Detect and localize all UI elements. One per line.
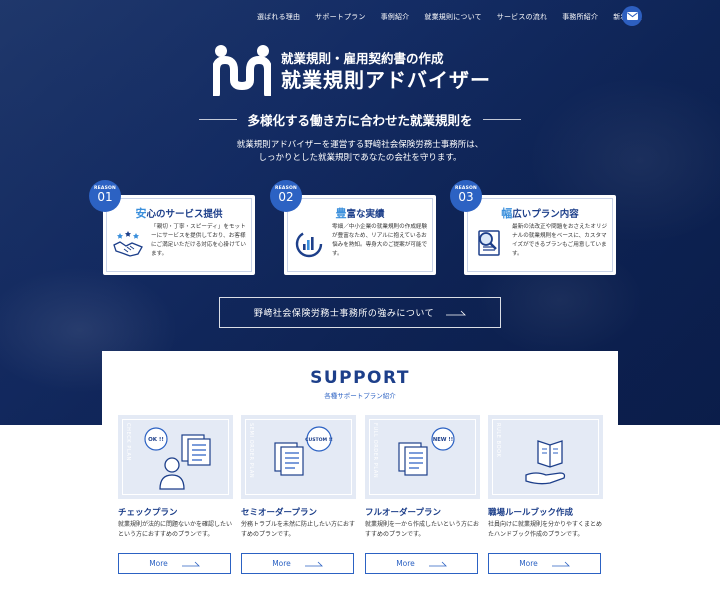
handshake-icon — [113, 231, 143, 257]
more-button-rule-book[interactable]: More — [488, 553, 601, 574]
arrow-right-icon — [446, 310, 467, 315]
plan-image-full-order: FULL ORDER PLAN NEW !! — [365, 415, 480, 499]
support-title: SUPPORT — [310, 368, 410, 388]
strength-button[interactable]: 野﨑社会保険労務士事務所の強みについて — [219, 297, 501, 328]
more-label: More — [396, 559, 415, 568]
arrow-right-icon — [181, 561, 200, 566]
nav-item-support-plan[interactable]: サポートプラン — [315, 12, 365, 22]
nav-item-flow[interactable]: サービスの流れ — [497, 12, 547, 22]
more-button-full-order[interactable]: More — [365, 553, 478, 574]
tagline-line-right — [482, 119, 521, 120]
plan-desc-semi-order: 労務トラブルを未然に防止したい方におすすめのプランです。 — [241, 521, 356, 538]
tagline: 多様化する働き方に合わせた就業規則を — [195, 110, 525, 129]
more-label: More — [149, 559, 168, 568]
reason-title-3: 幅広いプラン内容 — [501, 207, 579, 220]
envelope-icon — [626, 12, 638, 20]
reason-title-1: 安心のサービス提供 — [135, 207, 223, 220]
plan-image-rule-book: RULE BOOK — [488, 415, 603, 499]
book-hand-icon — [525, 440, 566, 485]
arrow-right-icon — [428, 561, 447, 566]
reason-badge-3: REASON 03 — [450, 180, 482, 212]
plan-name-full-order: フルオーダープラン — [365, 508, 441, 518]
plan-desc-check: 就業規則が法的に問題ないかを確認したいという方におすすめのプランです。 — [118, 521, 233, 538]
reason-card-2: REASON 02 豊富な実績 零細／中小企業の就業規則の作成経験が豊富なため、リ… — [270, 180, 436, 275]
more-button-semi-order[interactable]: More — [241, 553, 354, 574]
plan-name-rule-book: 職場ルールブック作成 — [488, 508, 574, 518]
arrow-right-icon — [304, 561, 323, 566]
plan-card-semi-order[interactable]: SEMI ORDER PLAN CUSTOM !! セミオーダープラン 労務トラ… — [241, 415, 356, 574]
nav-item-reasons[interactable]: 選ばれる理由 — [257, 12, 300, 22]
more-label: More — [272, 559, 291, 568]
plan-bubble-full-order: NEW !! — [433, 437, 453, 443]
reason-badge-1: REASON 01 — [89, 180, 121, 212]
tagline-text: 多様化する働き方に合わせた就業規則を — [247, 113, 473, 128]
nav-item-cases[interactable]: 事例紹介 — [381, 12, 410, 22]
support-subtitle: 各種サポートプラン紹介 — [324, 392, 396, 400]
document-search-icon — [478, 230, 500, 256]
nav-item-office[interactable]: 事務所紹介 — [562, 12, 598, 22]
document-custom-icon: CUSTOM !! — [274, 426, 333, 476]
strength-button-label: 野﨑社会保険労務士事務所の強みについて — [253, 309, 435, 319]
reason-card-1: REASON 01 安心のサービス提供 「親切・丁寧・スピーディ」をモットーにサー… — [89, 180, 255, 275]
top-nav: 選ばれる理由 サポートプラン 事例紹介 就業規則について サービスの流れ 事務所… — [242, 8, 642, 26]
reason-text-2: 零細／中小企業の就業規則の作成経験が豊富なため、リアルに抱えているお悩みを熟知。… — [332, 224, 428, 257]
intro-line-2: しっかりとした就業規則であなたの会社を守ります。 — [258, 153, 462, 163]
chart-icon — [295, 230, 323, 258]
person-check-icon: OK !! — [144, 427, 211, 490]
plan-desc-full-order: 就業規則を一から作成したいという方におすすめのプランです。 — [365, 521, 480, 538]
plan-card-full-order[interactable]: FULL ORDER PLAN NEW !! フルオーダープラン 就業規則を一か… — [365, 415, 480, 574]
plan-desc-rule-book: 社員向けに就業規則を分かりやすくまとめたハンドブック作成のプランです。 — [488, 521, 603, 538]
plan-bubble-semi-order: CUSTOM !! — [305, 437, 333, 443]
document-new-icon: NEW !! — [398, 427, 455, 476]
plan-vertical-label: RULE BOOK — [495, 423, 501, 458]
plan-image-check: CHECK PLAN OK !! — [118, 415, 233, 499]
plan-image-semi-order: SEMI ORDER PLAN CUSTOM !! — [241, 415, 356, 499]
reason-text-3: 最新の法改正や問題をおさえたオリジナルの就業規則をベースに、カスタマイズができる… — [512, 224, 608, 257]
intro-line-1: 就業規則アドバイザーを運営する野﨑社会保険労務士事務所は、 — [236, 140, 484, 150]
plan-card-rule-book[interactable]: RULE BOOK 職場ルールブック作成 社員向けに就業規則を分かりやすくまとめ… — [488, 415, 603, 574]
tagline-line-left — [199, 119, 238, 120]
logo-mark-icon — [213, 45, 271, 96]
more-button-check[interactable]: More — [118, 553, 231, 574]
nav-item-about-rules[interactable]: 就業規則について — [424, 12, 481, 22]
plan-name-check: チェックプラン — [118, 508, 178, 518]
logo-title[interactable]: 就業規則アドバイザー — [281, 64, 491, 93]
more-label: More — [519, 559, 538, 568]
mail-button[interactable] — [622, 6, 642, 26]
plan-bubble-check: OK !! — [148, 437, 164, 443]
reason-badge-2: REASON 02 — [270, 180, 302, 212]
arrow-right-icon — [551, 561, 570, 566]
reason-text-1: 「親切・丁寧・スピーディ」をモットーにサービスを提供しており、お客様にご満足いた… — [151, 224, 246, 257]
plan-vertical-label: SEMI ORDER PLAN — [248, 423, 254, 479]
intro-text: 就業規則アドバイザーを運営する野﨑社会保険労務士事務所は、 しっかりとした就業規… — [150, 139, 570, 165]
plan-card-check[interactable]: CHECK PLAN OK !! チェックプラン 就業規則が法的に問題ないかを確… — [118, 415, 233, 574]
plan-vertical-label: FULL ORDER PLAN — [372, 423, 378, 479]
reason-title-2: 豊富な実績 — [335, 207, 385, 220]
reason-card-3: REASON 03 幅広いプラン内容 最新の法改正や問題をおさえたオリジナルの就業… — [450, 180, 616, 275]
plan-name-semi-order: セミオーダープラン — [241, 508, 317, 518]
plan-vertical-label: CHECK PLAN — [125, 423, 131, 461]
